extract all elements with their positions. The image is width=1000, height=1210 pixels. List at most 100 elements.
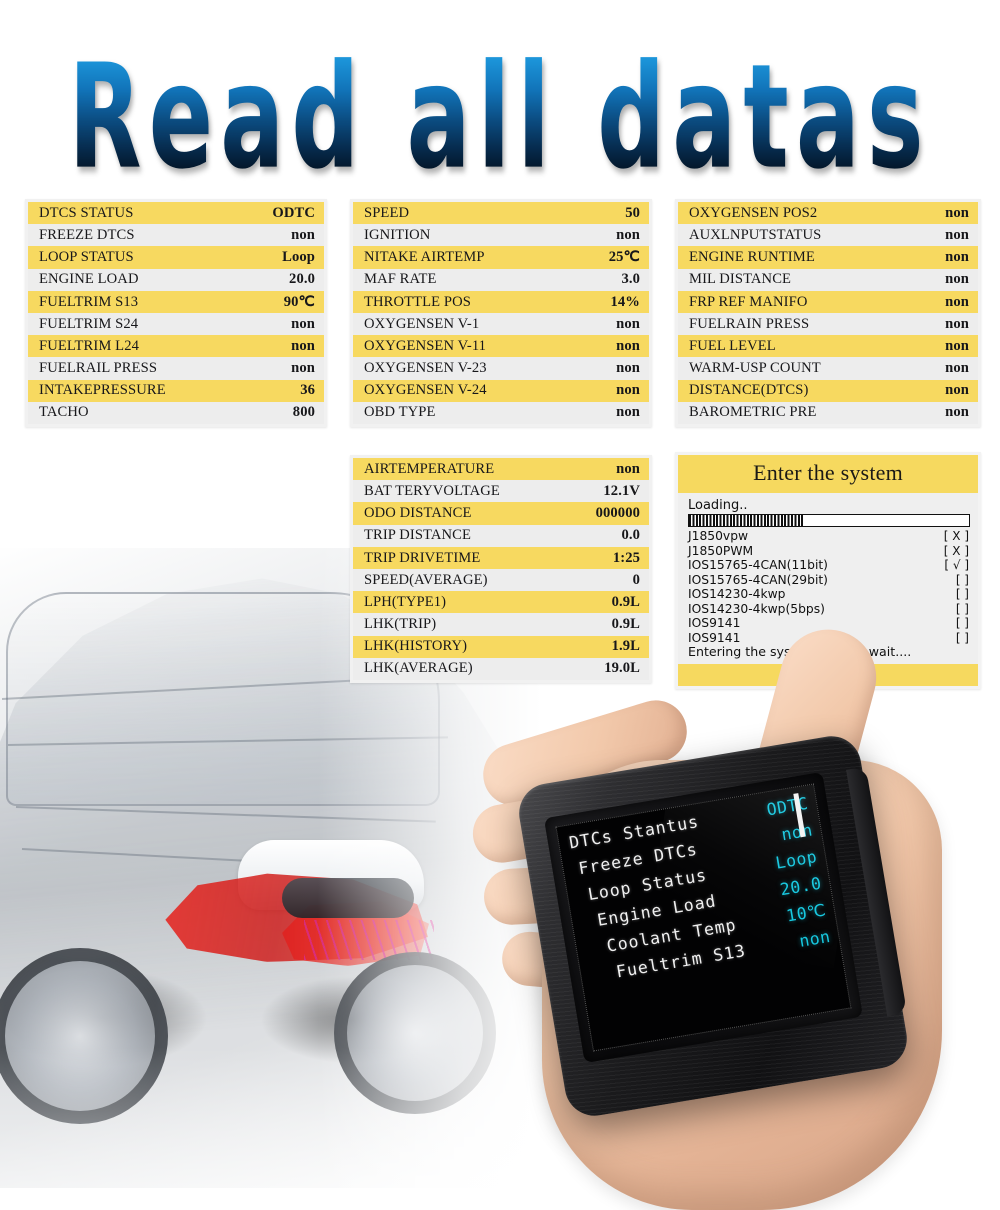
table-row: AIRTEMPERATURE non bbox=[353, 458, 649, 481]
protocol-row: J1850vpw [ X ] bbox=[686, 529, 970, 544]
page-title: Read all datas bbox=[68, 33, 932, 201]
parameter-label: FREEZE DTCS bbox=[39, 226, 135, 243]
parameter-value: 25℃ bbox=[608, 249, 640, 266]
parameter-label: TRIP DRIVETIME bbox=[364, 549, 481, 566]
parameter-value: 0.0 bbox=[621, 527, 640, 544]
protocol-name: IOS14230-4kwp(5bps) bbox=[688, 601, 825, 616]
parameter-label: FUELRAIL PRESS bbox=[39, 360, 158, 377]
table-row: OXYGENSEN V-24 non bbox=[353, 379, 649, 402]
table-row: TRIP DISTANCE 0.0 bbox=[353, 524, 649, 547]
data-table-speed-sensors: SPEED 50 IGNITION non NITAKE AIRTEMP 25℃ MAF R… bbox=[350, 199, 652, 427]
parameter-label: FRP REF MANIFO bbox=[689, 293, 808, 310]
table-row: FUELTRIM S24 non bbox=[28, 312, 324, 336]
parameter-value: non bbox=[616, 360, 640, 377]
parameter-value: 20.0 bbox=[289, 271, 315, 288]
table-row: INTAKEPRESSURE 36 bbox=[28, 379, 324, 402]
parameter-label: OBD TYPE bbox=[364, 404, 436, 421]
table-row: NITAKE AIRTEMP 25℃ bbox=[353, 246, 649, 269]
protocol-row: J1850PWM [ X ] bbox=[686, 544, 970, 559]
table-row: ENGINE RUNTIME non bbox=[678, 246, 978, 269]
table-row: DISTANCE(DTCS) non bbox=[678, 379, 978, 402]
table-row: SPEED 50 bbox=[353, 202, 649, 225]
loading-label: Loading.. bbox=[688, 498, 748, 513]
device-bezel: DTCs StantusODTCFreeze DTCsnonLoop Statu… bbox=[543, 771, 863, 1064]
parameter-value: non bbox=[291, 226, 315, 243]
parameter-label: THROTTLE POS bbox=[364, 293, 472, 310]
parameter-value: 1:25 bbox=[612, 549, 640, 566]
protocol-list: J1850vpw[ X ] J1850PWM[ X ] IOS15765-4CAN(… bbox=[686, 529, 970, 645]
parameter-label: LOOP STATUS bbox=[39, 249, 134, 266]
table-row: ODO DISTANCE 000000 bbox=[353, 502, 649, 525]
table-row: OXYGENSEN V-11 non bbox=[353, 335, 649, 358]
parameter-value: 50 bbox=[625, 204, 640, 221]
parameter-value: non bbox=[616, 404, 640, 421]
protocol-status-flag: [ ] bbox=[955, 572, 969, 587]
table-row: OXYGENSEN V-1 non bbox=[353, 312, 649, 336]
parameter-label: TACHO bbox=[39, 404, 89, 421]
table-row: TRIP DRIVETIME 1:25 bbox=[353, 546, 649, 569]
parameter-value: non bbox=[616, 226, 640, 243]
protocol-row: IOS14230-4kwp(5bps) [ ] bbox=[686, 602, 970, 617]
parameter-value: non bbox=[616, 460, 640, 477]
parameter-value: non bbox=[945, 315, 969, 332]
parameter-label: LHK(TRIP) bbox=[364, 616, 437, 633]
parameter-label: BAROMETRIC PRE bbox=[689, 404, 817, 421]
table-row: FREEZE DTCS non bbox=[28, 224, 324, 247]
parameter-value: Loop bbox=[282, 249, 315, 266]
table-row: TACHO 800 bbox=[28, 401, 324, 424]
parameter-label: NITAKE AIRTEMP bbox=[364, 249, 485, 266]
enter-system-title: Enter the system bbox=[678, 455, 978, 493]
parameter-label: LHK(HISTORY) bbox=[364, 638, 468, 655]
parameter-label: OXYGENSEN V-23 bbox=[364, 360, 487, 377]
parameter-value: non bbox=[945, 271, 969, 288]
table-row: LHK(TRIP) 0.9L bbox=[353, 613, 649, 636]
table-row: MIL DISTANCE non bbox=[678, 268, 978, 291]
protocol-status-flag: [ √ ] bbox=[944, 558, 969, 573]
protocol-name: IOS15765-4CAN(11bit) bbox=[688, 558, 828, 573]
parameter-value: 14% bbox=[610, 293, 640, 310]
parameter-label: BAT TERYVOLTAGE bbox=[364, 482, 500, 499]
parameter-value: non bbox=[945, 360, 969, 377]
protocol-row: IOS14230-4kwp [ ] bbox=[686, 587, 970, 602]
parameter-value: non bbox=[616, 315, 640, 332]
parameter-value: 36 bbox=[300, 382, 315, 399]
loading-progress-fill bbox=[689, 515, 804, 527]
parameter-label: AIRTEMPERATURE bbox=[364, 460, 495, 477]
table-row: SPEED(AVERAGE) 0 bbox=[353, 568, 649, 592]
protocol-status-flag: [ X ] bbox=[943, 543, 969, 558]
table-row: MAF RATE 3.0 bbox=[353, 268, 649, 291]
device-screen[interactable]: DTCs StantusODTCFreeze DTCsnonLoop Statu… bbox=[555, 783, 852, 1052]
protocol-name: IOS14230-4kwp bbox=[688, 587, 786, 602]
protocol-status-flag: [ X ] bbox=[943, 529, 969, 544]
parameter-value: 90℃ bbox=[283, 293, 315, 310]
loading-progress-bar bbox=[688, 514, 970, 528]
parameter-value: 12.1V bbox=[603, 482, 640, 499]
parameter-value: non bbox=[616, 337, 640, 354]
parameter-value: non bbox=[945, 204, 969, 221]
protocol-row: IOS15765-4CAN(11bit) [ √ ] bbox=[686, 558, 970, 573]
parameter-label: ENGINE RUNTIME bbox=[689, 249, 815, 266]
table-row: FUELRAIN PRESS non bbox=[678, 312, 978, 336]
parameter-label: FUEL LEVEL bbox=[689, 337, 776, 354]
parameter-label: MAF RATE bbox=[364, 271, 437, 288]
table-row: IGNITION non bbox=[353, 224, 649, 247]
obd-hud-device[interactable]: DTCs StantusODTCFreeze DTCsnonLoop Statu… bbox=[514, 731, 912, 1121]
parameter-value: 0 bbox=[632, 571, 640, 588]
parameter-label: FUELTRIM S24 bbox=[39, 315, 139, 332]
protocol-name: J1850PWM bbox=[688, 543, 754, 558]
parameter-label: SPEED bbox=[364, 204, 410, 221]
data-table-dtc-engine: DTCS STATUS ODTC FREEZE DTCS non LOOP STATUS… bbox=[25, 199, 327, 427]
table-row: THROTTLE POS 14% bbox=[353, 290, 649, 313]
parameter-label: IGNITION bbox=[364, 226, 431, 243]
parameter-value: non bbox=[616, 382, 640, 399]
parameter-label: OXYGENSEN V-24 bbox=[364, 382, 487, 399]
parameter-value: 3.0 bbox=[621, 271, 640, 288]
parameter-label: SPEED(AVERAGE) bbox=[364, 571, 488, 588]
parameter-value: 800 bbox=[292, 404, 315, 421]
table-row: LPH(TYPE1) 0.9L bbox=[353, 591, 649, 614]
table-row: BAROMETRIC PRE non bbox=[678, 401, 978, 424]
protocol-row: IOS15765-4CAN(29bit) [ ] bbox=[686, 573, 970, 588]
table-row: WARM-USP COUNT non bbox=[678, 357, 978, 380]
parameter-value: 000000 bbox=[595, 505, 640, 522]
parameter-label: MIL DISTANCE bbox=[689, 271, 792, 288]
